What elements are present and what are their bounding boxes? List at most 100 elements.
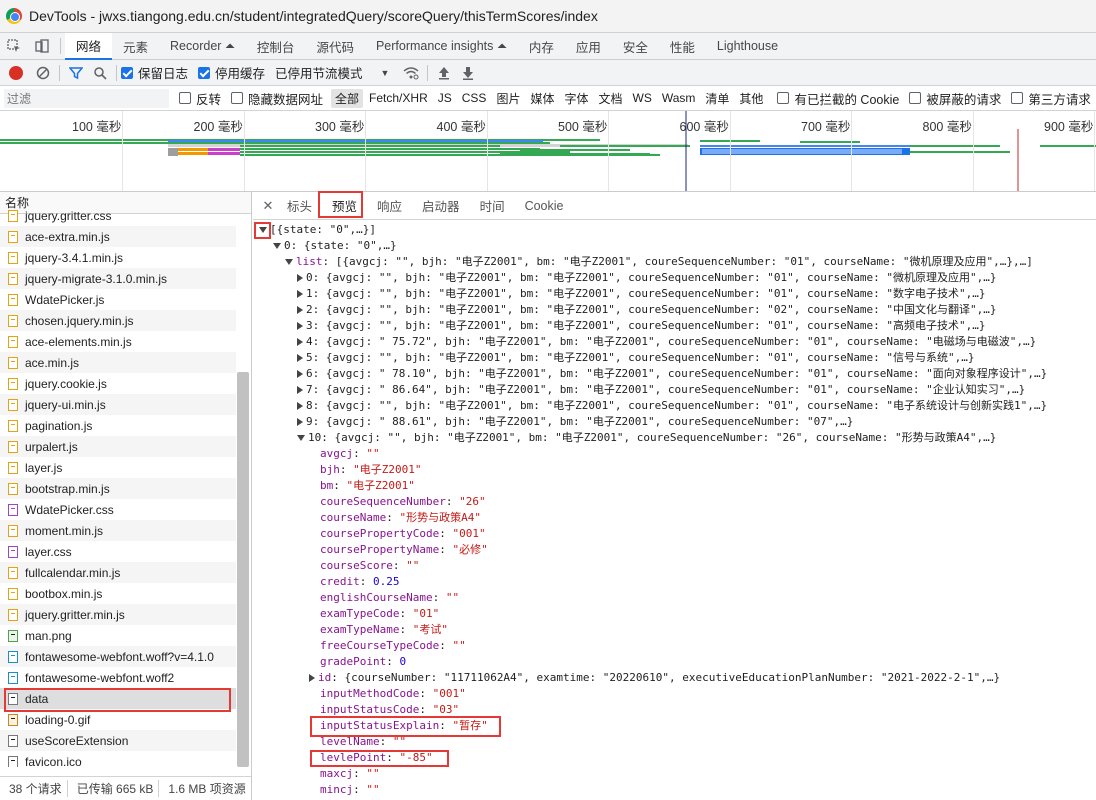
filter-type-button[interactable]: Fetch/XHR — [365, 90, 432, 106]
devtools-tab[interactable]: 性能 — [659, 33, 706, 60]
expand-triangle-right-icon[interactable] — [297, 290, 303, 298]
json-line[interactable]: 0: {avgcj: "", bjh: "电子Z2001", bm: "电子Z2… — [297, 270, 997, 286]
filter-type-button[interactable]: 清单 — [701, 89, 733, 108]
request-row[interactable]: favicon.ico — [0, 751, 236, 767]
devtools-tab[interactable]: Performance insights ⏶ — [365, 33, 518, 60]
devtools-tab[interactable]: Lighthouse — [706, 33, 789, 60]
json-line[interactable]: 1: {avgcj: "", bjh: "电子Z2001", bm: "电子Z2… — [297, 286, 986, 302]
request-row[interactable]: ace-elements.min.js — [0, 331, 236, 352]
devtools-tab[interactable]: 源代码 — [305, 33, 365, 60]
expand-triangle-down-icon[interactable] — [273, 243, 281, 249]
record-button[interactable] — [9, 65, 23, 80]
request-row[interactable]: layer.css — [0, 541, 236, 562]
filter-type-button[interactable]: 字体 — [560, 89, 592, 108]
devtools-tab[interactable]: 网络 — [65, 32, 113, 60]
expand-triangle-right-icon[interactable] — [297, 306, 303, 314]
request-row[interactable]: pagination.js — [0, 415, 236, 436]
preserve-log-checkbox[interactable]: 保留日志 — [121, 63, 188, 82]
json-line[interactable]: 4: {avgcj: " 75.72", bjh: "电子Z2001", bm:… — [297, 334, 1036, 350]
json-line[interactable]: 0: {state: "0",…} — [273, 238, 397, 254]
import-har-icon[interactable] — [432, 62, 456, 84]
request-row[interactable]: bootbox.min.js — [0, 583, 236, 604]
request-row[interactable]: man.png — [0, 625, 236, 646]
close-icon[interactable]: ✕ — [259, 198, 277, 214]
device-toolbar-icon[interactable] — [28, 33, 56, 60]
devtools-tab[interactable]: 元素 — [112, 33, 159, 60]
filter-type-button[interactable]: 图片 — [492, 89, 524, 108]
request-row[interactable]: WdatePicker.css — [0, 499, 236, 520]
detail-tab[interactable]: 响应 — [367, 192, 412, 220]
json-line[interactable]: 9: {avgcj: " 88.61", bjh: "电子Z2001", bm:… — [297, 414, 853, 430]
network-conditions-icon[interactable] — [399, 62, 423, 84]
json-line[interactable]: 5: {avgcj: "", bjh: "电子Z2001", bm: "电子Z2… — [297, 350, 975, 366]
expand-triangle-right-icon[interactable] — [297, 354, 303, 362]
detail-tab[interactable]: 标头 — [277, 192, 322, 220]
expand-triangle-right-icon[interactable] — [309, 674, 315, 682]
hide-data-urls-checkbox[interactable]: 隐藏数据网址 — [231, 89, 323, 108]
request-row[interactable]: jquery.gritter.min.js — [0, 604, 236, 625]
expand-triangle-right-icon[interactable] — [297, 402, 303, 410]
throttling-select[interactable]: 已停用节流模式 ▼ — [275, 63, 389, 82]
json-line[interactable]: 2: {avgcj: "", bjh: "电子Z2001", bm: "电子Z2… — [297, 302, 997, 318]
filter-type-button[interactable]: WS — [629, 90, 656, 106]
json-line[interactable]: id: {courseNumber: "11711062A4", examtim… — [309, 670, 1000, 686]
export-har-icon[interactable] — [456, 62, 480, 84]
filter-type-button[interactable]: 媒体 — [526, 89, 558, 108]
expand-triangle-right-icon[interactable] — [297, 370, 303, 378]
json-line[interactable]: [{state: "0",…}] — [259, 222, 376, 238]
filter-input[interactable]: 过滤 — [4, 88, 169, 108]
disable-cache-checkbox[interactable]: 停用缓存 — [198, 63, 265, 82]
request-row[interactable]: ace.min.js — [0, 352, 236, 373]
blocked-cookies-checkbox[interactable]: 有已拦截的 Cookie — [777, 89, 899, 108]
request-row[interactable]: loading-0.gif — [0, 709, 236, 730]
expand-triangle-right-icon[interactable] — [297, 274, 303, 282]
detail-tab[interactable]: Cookie — [515, 192, 574, 220]
json-line[interactable]: 10: {avgcj: "", bjh: "电子Z2001", bm: "电子Z… — [297, 430, 996, 446]
json-line[interactable]: 8: {avgcj: "", bjh: "电子Z2001", bm: "电子Z2… — [297, 398, 1047, 414]
devtools-tab[interactable]: Recorder ⏶ — [159, 33, 246, 60]
json-line[interactable]: 6: {avgcj: " 78.10", bjh: "电子Z2001", bm:… — [297, 366, 1047, 382]
devtools-tab[interactable]: 内存 — [518, 33, 565, 60]
filter-type-button[interactable]: 其他 — [735, 89, 767, 108]
search-icon[interactable] — [88, 62, 112, 84]
expand-triangle-right-icon[interactable] — [297, 322, 303, 330]
json-line[interactable]: 7: {avgcj: " 86.64", bjh: "电子Z2001", bm:… — [297, 382, 1025, 398]
expand-triangle-right-icon[interactable] — [297, 418, 303, 426]
request-row[interactable]: jquery-ui.min.js — [0, 394, 236, 415]
detail-tab[interactable]: 时间 — [470, 192, 515, 220]
invert-checkbox[interactable]: 反转 — [179, 89, 221, 108]
filter-type-button[interactable]: Wasm — [658, 90, 700, 106]
filter-type-button[interactable]: JS — [434, 90, 456, 106]
request-row[interactable]: jquery.gritter.css — [0, 205, 236, 226]
expand-triangle-right-icon[interactable] — [297, 386, 303, 394]
detail-tab[interactable]: 启动器 — [412, 192, 470, 220]
request-list-scrollbar[interactable] — [237, 372, 249, 767]
request-row[interactable]: jquery.cookie.js — [0, 373, 236, 394]
blocked-requests-checkbox[interactable]: 被屏蔽的请求 — [909, 89, 1001, 108]
request-row[interactable]: jquery-3.4.1.min.js — [0, 247, 236, 268]
clear-icon[interactable] — [31, 62, 55, 84]
request-row[interactable]: moment.min.js — [0, 520, 236, 541]
request-row[interactable]: WdatePicker.js — [0, 289, 236, 310]
devtools-tab[interactable]: 安全 — [612, 33, 659, 60]
network-overview-timeline[interactable]: 100 毫秒 200 毫秒 300 毫秒 400 毫秒 500 毫秒 600 毫秒 700 … — [0, 111, 1096, 192]
filter-type-button[interactable]: CSS — [458, 90, 491, 106]
expand-triangle-down-icon[interactable] — [285, 259, 293, 265]
request-row[interactable]: ace-extra.min.js — [0, 226, 236, 247]
request-row[interactable]: fontawesome-webfont.woff2 — [0, 667, 236, 688]
request-row[interactable]: jquery-migrate-3.1.0.min.js — [0, 268, 236, 289]
json-line[interactable]: 3: {avgcj: "", bjh: "电子Z2001", bm: "电子Z2… — [297, 318, 986, 334]
filter-type-button[interactable]: 文档 — [594, 89, 626, 108]
filter-icon[interactable] — [64, 62, 88, 84]
request-row[interactable]: fontawesome-webfont.woff?v=4.1.0 — [0, 646, 236, 667]
devtools-tab[interactable]: 应用 — [565, 33, 612, 60]
request-row[interactable]: bootstrap.min.js — [0, 478, 236, 499]
request-row[interactable]: urpalert.js — [0, 436, 236, 457]
request-row[interactable]: useScoreExtension — [0, 730, 236, 751]
third-party-checkbox[interactable]: 第三方请求 — [1011, 89, 1091, 108]
request-row[interactable]: fullcalendar.min.js — [0, 562, 236, 583]
filter-type-button[interactable]: 全部 — [331, 88, 364, 108]
request-row[interactable]: layer.js — [0, 457, 236, 478]
expand-triangle-down-icon[interactable] — [297, 435, 305, 441]
request-row[interactable]: chosen.jquery.min.js — [0, 310, 236, 331]
